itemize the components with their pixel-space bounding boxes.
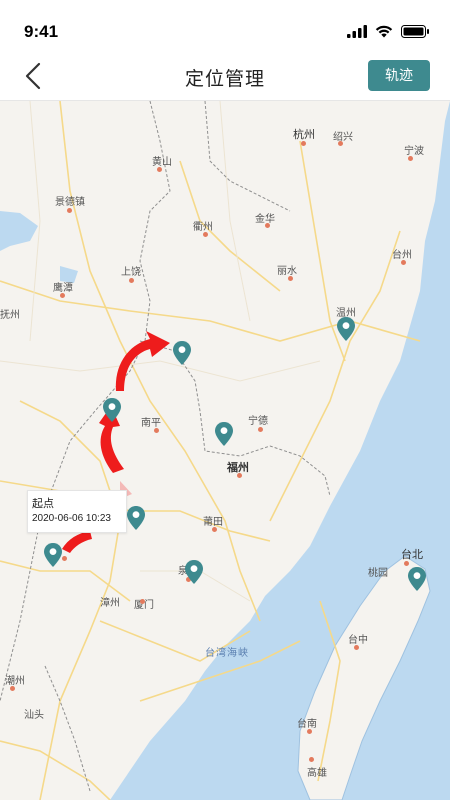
arrow-upper xyxy=(115,331,170,391)
status-icons xyxy=(347,24,430,38)
arrow-start xyxy=(62,531,92,553)
battery-icon xyxy=(401,24,429,38)
wifi-icon xyxy=(375,25,393,37)
map-pin-icon[interactable] xyxy=(126,505,146,531)
nav-bar: 定位管理 轨迹 xyxy=(0,52,450,101)
map-pin-icon[interactable] xyxy=(172,340,192,366)
map-pin-icon[interactable] xyxy=(43,542,63,568)
track-arrows xyxy=(62,331,170,553)
track-button[interactable]: 轨迹 xyxy=(368,60,430,91)
map-view[interactable]: 杭州 绍兴 宁波 黄山 景德镇 衢州 金华 台州 上饶 丽水 鹰潭 抚州 温州 … xyxy=(0,101,450,800)
map-pin-icon[interactable] xyxy=(336,316,356,342)
map-pin-icon[interactable] xyxy=(102,397,122,423)
map-pin-icon[interactable] xyxy=(407,566,427,592)
map-pin-icon[interactable] xyxy=(184,559,204,585)
status-bar: 9:41 xyxy=(0,0,450,52)
signal-icon xyxy=(347,24,367,38)
info-title: 起点 xyxy=(32,498,54,510)
info-time: 2020-06-06 10:23 xyxy=(32,513,111,524)
status-time: 9:41 xyxy=(24,22,59,41)
start-point-info: 起点 2020-06-06 10:23 xyxy=(27,490,127,533)
map-pin-icon[interactable] xyxy=(214,421,234,447)
